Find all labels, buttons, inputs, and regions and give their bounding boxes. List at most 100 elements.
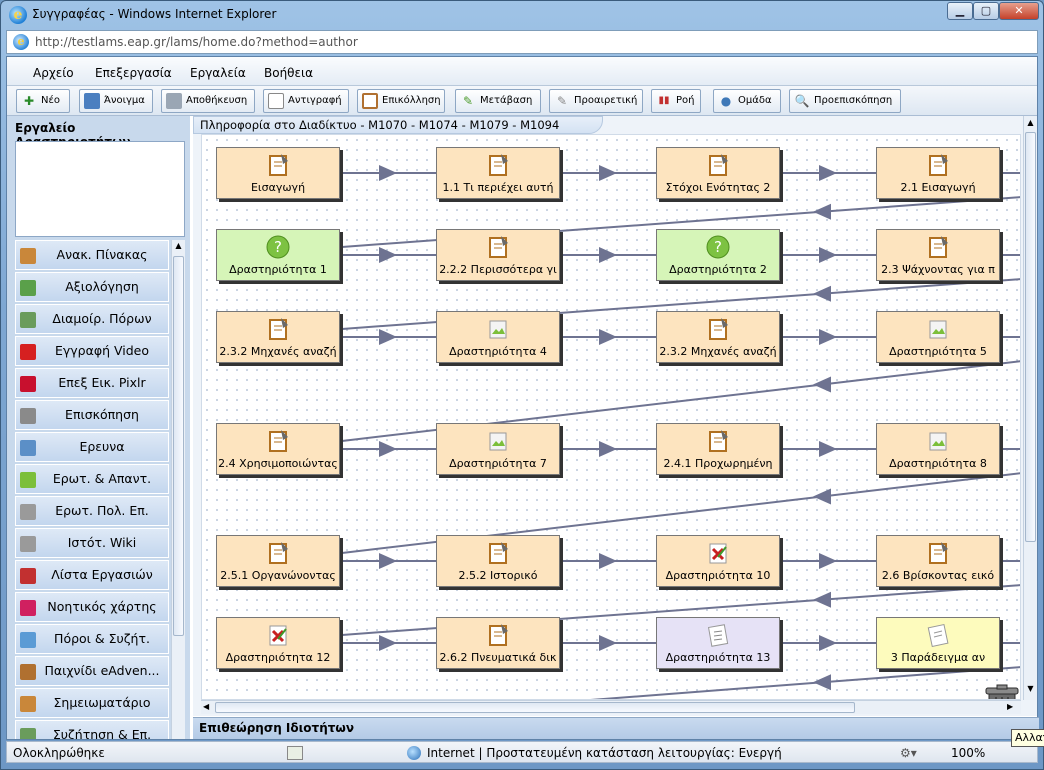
tool-forum[interactable]: Συζήτηση & Επ. [15, 720, 169, 739]
activity-node[interactable]: ? Δραστηριότητα 1 [216, 229, 340, 281]
copy-button[interactable]: Αντιγραφή [263, 89, 349, 113]
tool-label: Ερευνα [79, 439, 125, 454]
activity-node[interactable]: 2.4.1 Προχωρημένη [656, 423, 780, 475]
activity-node[interactable]: 2.5.2 Ιστορικό [436, 535, 560, 587]
save-button[interactable]: Αποθήκευση [161, 89, 255, 113]
pixlr-icon [20, 376, 36, 392]
activity-node[interactable]: 3 Παράδειγμα αν [876, 617, 1000, 669]
scroll-down-arrow-icon[interactable]: ▼ [1025, 684, 1036, 693]
tool-label: Επεξ Εικ. Pixlr [58, 375, 146, 390]
canvas-hscroll-thumb[interactable] [215, 702, 855, 713]
minimize-button[interactable]: ▁ [947, 2, 973, 20]
notebook-icon [709, 318, 728, 340]
menu-edit[interactable]: Επεξεργασία [95, 66, 172, 80]
menu-file[interactable]: Αρχείο [33, 66, 74, 80]
protected-mode-icon[interactable]: ⚙▾ [900, 746, 917, 760]
activity-node[interactable]: Δραστηριότητα 12 [216, 617, 340, 669]
trash-bin-icon[interactable] [980, 683, 1021, 700]
activity-node[interactable]: 2.3.2 Μηχανές αναζή [216, 311, 340, 363]
tool-eadventure[interactable]: Παιχνίδι eAdven... [15, 656, 169, 686]
paste-button[interactable]: Επικόλληση [357, 89, 445, 113]
palette-scrollbar[interactable]: ▲ [171, 240, 185, 739]
status-bar: Ολοκληρώθηκε Internet | Προστατευμένη κα… [6, 741, 1038, 763]
scroll-up-arrow-icon[interactable]: ▲ [1025, 118, 1036, 127]
scroll-left-arrow-icon[interactable]: ◀ [203, 702, 209, 711]
tool-mindmap[interactable]: Νοητικός χάρτης [15, 592, 169, 622]
canvas-horizontal-scrollbar[interactable]: ◀ ▶ [201, 700, 1021, 714]
activity-label: Στόχοι Ενότητας 2 [665, 181, 771, 194]
palette-scroll-thumb[interactable] [173, 256, 184, 636]
tool-share-resources[interactable]: Διαμοίρ. Πόρων [15, 304, 169, 334]
transition-arrow-icon [819, 329, 837, 345]
close-button[interactable]: ✕ [999, 2, 1039, 20]
activity-node[interactable]: Δραστηριότητα 7 [436, 423, 560, 475]
activity-label: 2.3.2 Μηχανές αναζή [219, 345, 337, 358]
activity-node[interactable]: 2.1 Εισαγωγή [876, 147, 1000, 199]
group-button[interactable]: ● Ομάδα [713, 89, 781, 113]
tool-label: Ερωτ. & Απαντ. [52, 471, 152, 486]
flow-button[interactable]: ▮▮ Ροή [651, 89, 701, 113]
return-transition-line[interactable] [342, 666, 1021, 700]
canvas-vertical-scrollbar[interactable]: ▲ ▼ [1023, 116, 1037, 700]
preview-icon: 🔍 [794, 94, 810, 108]
tool-label: Συζήτηση & Επ. [52, 727, 152, 739]
tool-noticeboard[interactable]: Ανακ. Πίνακας [15, 240, 169, 270]
maximize-button[interactable]: ▢ [973, 2, 999, 20]
tool-survey[interactable]: Ερευνα [15, 432, 169, 462]
tool-pixlr[interactable]: Επεξ Εικ. Pixlr [15, 368, 169, 398]
transition-arrow-icon [813, 285, 831, 302]
activity-label: 1.1 Τι περιέχει αυτή [442, 181, 554, 194]
activity-node[interactable]: 2.4 Χρησιμοποιώντας [216, 423, 340, 475]
activity-node[interactable]: ? Δραστηριότητα 2 [656, 229, 780, 281]
menu-help[interactable]: Βοήθεια [264, 66, 313, 80]
canvas-vscroll-thumb[interactable] [1025, 132, 1036, 542]
activity-node[interactable]: 2.6 Βρίσκοντας εικό [876, 535, 1000, 587]
zoom-level[interactable]: 100% [951, 746, 985, 760]
transition-arrow-icon [599, 247, 617, 263]
preview-button[interactable]: 🔍 Προεπισκόπηση [789, 89, 901, 113]
video-record-icon [20, 344, 36, 360]
tool-label: Νοητικός χάρτης [47, 599, 157, 614]
activity-node[interactable]: 2.5.1 Οργανώνοντας [216, 535, 340, 587]
activity-node[interactable]: 2.6.2 Πνευματικά δικ [436, 617, 560, 669]
mindmap-icon [20, 600, 36, 616]
activity-node[interactable]: Δραστηριότητα 13 [656, 617, 780, 669]
activity-node[interactable]: Δραστηριότητα 8 [876, 423, 1000, 475]
tool-description-box [15, 141, 185, 237]
scroll-up-arrow-icon[interactable]: ▲ [173, 241, 184, 255]
activity-node[interactable]: Δραστηριότητα 5 [876, 311, 1000, 363]
address-bar[interactable]: e http://testlams.eap.gr/lams/home.do?me… [6, 30, 1038, 54]
tool-task-list[interactable]: Λίστα Εργασιών [15, 560, 169, 590]
activity-node[interactable]: 2.3.2 Μηχανές αναζή [656, 311, 780, 363]
open-button[interactable]: Άνοιγμα [79, 89, 153, 113]
tool-mcq[interactable]: Ερωτ. Πολ. Επ. [15, 496, 169, 526]
tool-resources-forum[interactable]: Πόροι & Συζήτ. [15, 624, 169, 654]
activity-node[interactable]: Εισαγωγή [216, 147, 340, 199]
transition-button[interactable]: ✎ Μετάβαση [455, 89, 541, 113]
menu-tools[interactable]: Εργαλεία [190, 66, 246, 80]
optional-button[interactable]: ✎ Προαιρετική [549, 89, 643, 113]
activity-node[interactable]: 1.1 Τι περιέχει αυτή [436, 147, 560, 199]
new-button[interactable]: ✚ Νέο [16, 89, 70, 113]
tool-qa[interactable]: Ερωτ. & Απαντ. [15, 464, 169, 494]
tool-wiki[interactable]: Ιστότ. Wiki [15, 528, 169, 558]
activity-node[interactable]: 2.2.2 Περισσότερα γι [436, 229, 560, 281]
tool-video-record[interactable]: Εγγραφή Video [15, 336, 169, 366]
property-inspector-bar[interactable]: Επιθεώρηση Ιδιοτήτων [193, 717, 1039, 739]
transition-arrow-icon [379, 329, 397, 345]
tool-notebook[interactable]: Σημειωματάριο [15, 688, 169, 718]
tool-label: Λίστα Εργασιών [51, 567, 153, 582]
transition-icon: ✎ [462, 94, 474, 108]
tool-assessment[interactable]: Αξιολόγηση [15, 272, 169, 302]
question-icon: ? [706, 235, 730, 259]
activity-node[interactable]: 2.3 Ψάχνοντας για π [876, 229, 1000, 281]
design-canvas[interactable]: Εισαγωγή 1.1 Τι περιέχει αυτή Στόχοι Ενότη… [201, 134, 1021, 700]
activity-node[interactable]: Δραστηριότητα 4 [436, 311, 560, 363]
open-folder-icon [84, 93, 100, 109]
transition-arrow-icon [819, 165, 837, 181]
scroll-right-arrow-icon[interactable]: ▶ [1007, 702, 1013, 711]
tool-review[interactable]: Επισκόπηση [15, 400, 169, 430]
activity-node[interactable]: Στόχοι Ενότητας 2 [656, 147, 780, 199]
tool-label: Ιστότ. Wiki [67, 535, 137, 550]
activity-node[interactable]: Δραστηριότητα 10 [656, 535, 780, 587]
